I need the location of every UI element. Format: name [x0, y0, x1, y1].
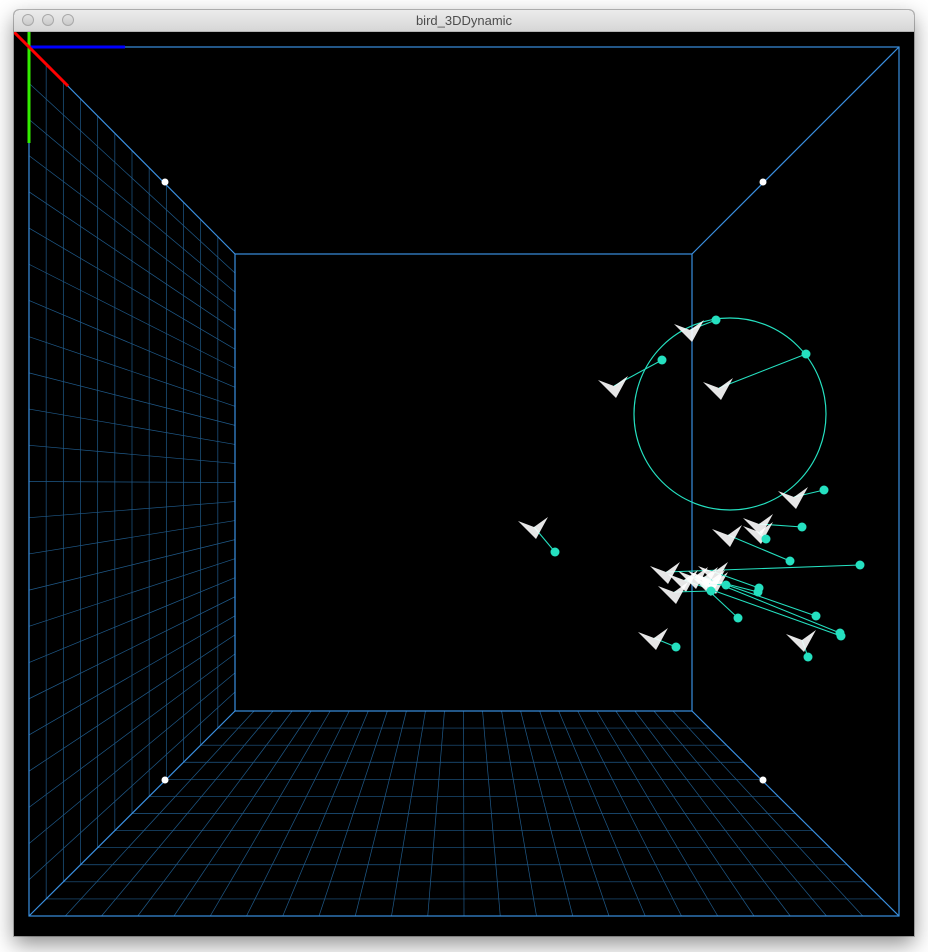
axis-z: [14, 32, 70, 88]
corner-marker: [759, 178, 767, 186]
3d-viewport[interactable]: [14, 32, 914, 936]
bird-heading-line: [713, 581, 841, 634]
bird: [658, 582, 688, 604]
bird-target-dot: [761, 534, 771, 544]
bird-target-dot: [754, 583, 764, 593]
bird-target-dot: [657, 355, 667, 365]
bird: [712, 525, 742, 547]
bird-heading-line: [718, 353, 807, 389]
bird: [674, 320, 704, 342]
corner-marker: [759, 776, 767, 784]
bird-target-dot: [671, 642, 681, 652]
bird-flock: [518, 315, 865, 662]
bird-target-dot: [811, 611, 821, 621]
bird: [786, 630, 816, 652]
edge-top-right: [691, 46, 900, 255]
corner-marker: [161, 178, 169, 186]
corner-marker: [161, 776, 169, 784]
bird-target-dot: [803, 652, 813, 662]
bird-target-dot: [797, 522, 807, 532]
bird-target-dot: [550, 547, 560, 557]
bird: [598, 376, 628, 398]
bird-target-dot: [721, 580, 731, 590]
perception-radius-circle: [633, 317, 827, 511]
app-window: bird_3DDynamic: [14, 10, 914, 936]
room-back-wall: [234, 253, 693, 712]
title-bar[interactable]: bird_3DDynamic: [14, 10, 914, 32]
bird-target-dot: [711, 315, 721, 325]
bird-target-dot: [855, 560, 865, 570]
bird-heading-line: [665, 564, 861, 573]
bird-target-dot: [733, 613, 743, 623]
bird-target-dot: [785, 556, 795, 566]
bird: [638, 628, 668, 650]
window-title: bird_3DDynamic: [415, 13, 513, 28]
bird: [778, 487, 808, 509]
bird: [518, 517, 548, 539]
bird: [703, 378, 733, 400]
bird-target-dot: [836, 631, 846, 641]
bird-target-dot: [801, 349, 811, 359]
bird-target-dot: [706, 586, 716, 596]
bird-target-dot: [819, 485, 829, 495]
corner-markers: [161, 178, 767, 784]
scene-svg: [14, 32, 900, 917]
